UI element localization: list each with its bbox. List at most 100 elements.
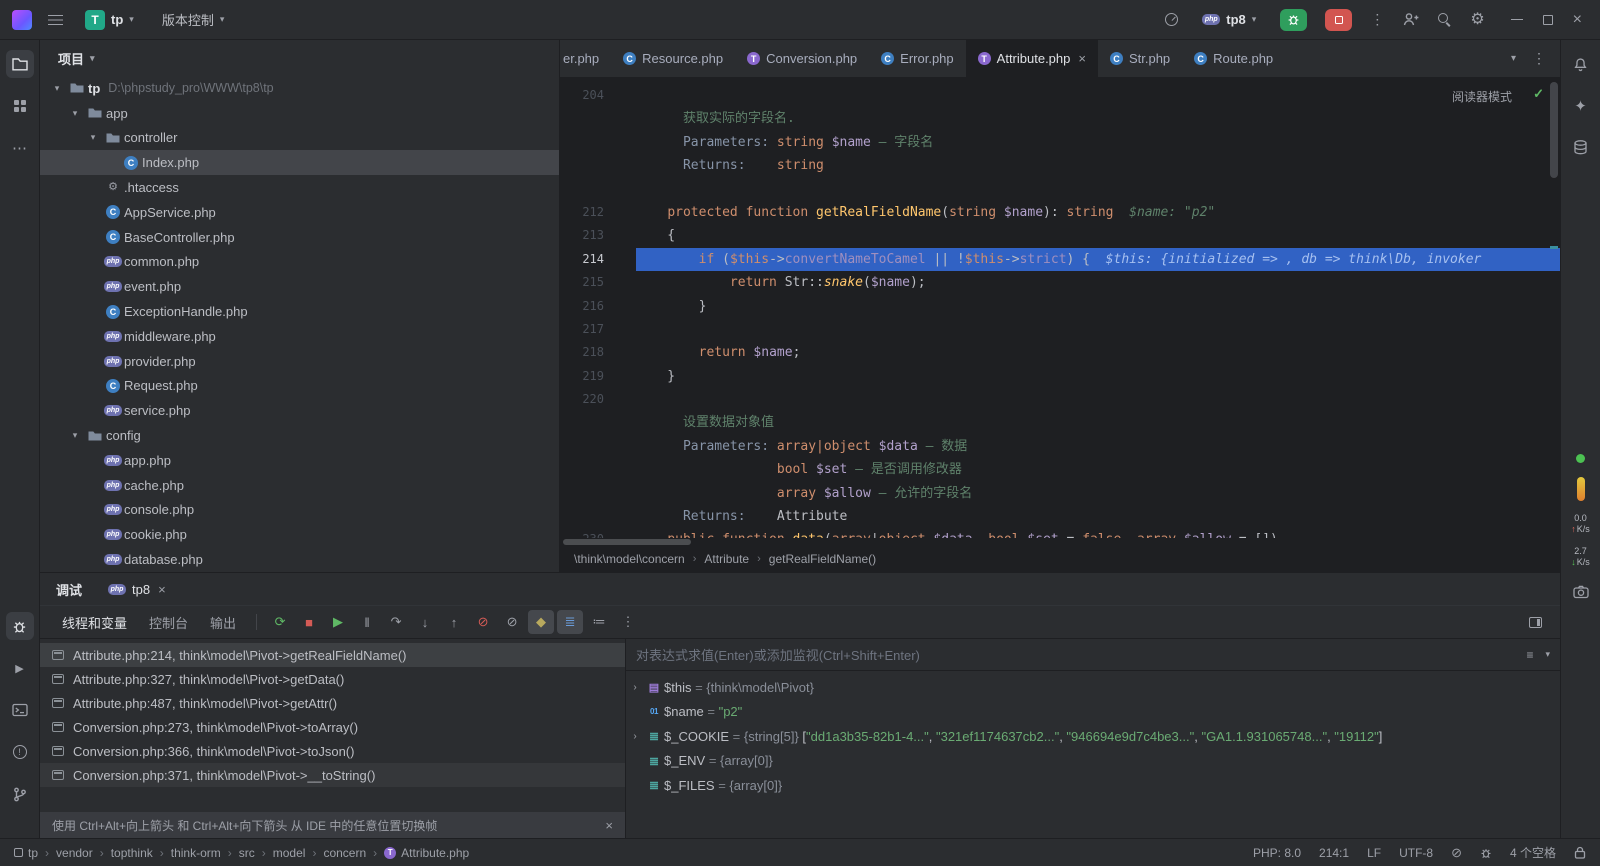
line-separator[interactable]: LF — [1367, 846, 1381, 860]
inspections-icon[interactable] — [1480, 847, 1492, 859]
more-tools-icon[interactable]: ⋯ — [6, 134, 34, 162]
tree-item[interactable]: phpapp.php — [40, 448, 559, 473]
php-version[interactable]: PHP: 8.0 — [1253, 846, 1301, 860]
expand-chevron-icon[interactable]: › — [626, 731, 644, 742]
tab-options-icon[interactable]: ⋮ — [1532, 50, 1546, 67]
main-menu-icon[interactable] — [48, 14, 63, 26]
debug-view-tab[interactable]: 输出 — [200, 613, 246, 632]
frame-row[interactable]: Attribute.php:214, think\model\Pivot->ge… — [40, 643, 625, 667]
add-user-icon[interactable] — [1402, 12, 1419, 27]
tree-item[interactable]: CExceptionHandle.php — [40, 299, 559, 324]
variable-row[interactable]: ›≣$_COOKIE = {string[5]} ["dd1a3b35-82b1… — [626, 724, 1560, 749]
tree-item[interactable]: ▾app — [40, 101, 559, 126]
close-icon[interactable]: × — [605, 818, 613, 833]
breadcrumb-item[interactable]: getRealFieldName() — [769, 552, 876, 566]
hidden-tabs-icon[interactable]: ▾ — [1511, 53, 1516, 64]
git-tool-icon[interactable] — [6, 780, 34, 808]
view-breakpoints-icon[interactable]: ⊘ — [470, 610, 496, 634]
step-over-icon[interactable]: ↷ — [383, 610, 409, 634]
structure-tool-icon[interactable] — [6, 92, 34, 120]
debug-run-button[interactable] — [1280, 9, 1307, 31]
tree-item[interactable]: CBaseController.php — [40, 225, 559, 250]
code-line[interactable]: 218 return $name; — [560, 341, 1560, 364]
encoding[interactable]: UTF-8 — [1399, 846, 1433, 860]
breadcrumb-item[interactable]: Attribute — [704, 552, 749, 566]
code-line[interactable]: Returns: Attribute — [560, 505, 1560, 528]
code-line[interactable]: 216 } — [560, 295, 1560, 318]
editor-tab[interactable]: CResource.php — [611, 40, 735, 77]
evaluate-expression-icon[interactable]: ◆ — [528, 610, 554, 634]
variable-row[interactable]: 01$name = "p2" — [626, 700, 1560, 725]
code-line[interactable]: 220 — [560, 388, 1560, 411]
frame-row[interactable]: Conversion.php:273, think\model\Pivot->t… — [40, 715, 625, 739]
editor-tab[interactable]: er.php — [560, 40, 611, 77]
tree-item[interactable]: phpcookie.php — [40, 522, 559, 547]
frame-row[interactable]: Conversion.php:366, think\model\Pivot->t… — [40, 739, 625, 763]
editor-tab[interactable]: TAttribute.php× — [966, 40, 1098, 77]
notifications-icon[interactable] — [1567, 50, 1595, 78]
annotations-icon[interactable]: ⊘ — [1451, 845, 1462, 861]
tree-item[interactable]: CRequest.php — [40, 374, 559, 399]
project-panel-header[interactable]: 项目 ▾ — [40, 40, 559, 76]
variable-row[interactable]: ›▤$this = {think\model\Pivot} — [626, 675, 1560, 700]
caret-position[interactable]: 214:1 — [1319, 846, 1349, 860]
editor-hscrollbar[interactable] — [560, 538, 1560, 546]
more-actions-icon[interactable]: ⋮ — [1370, 11, 1384, 28]
tree-item[interactable]: phpprovider.php — [40, 349, 559, 374]
tree-item[interactable]: phpservice.php — [40, 398, 559, 423]
project-tool-icon[interactable] — [6, 50, 34, 78]
tree-item[interactable]: phpevent.php — [40, 274, 559, 299]
chevron-down-icon[interactable]: ▾ — [66, 430, 84, 441]
status-breadcrumb[interactable]: src — [239, 846, 255, 860]
step-into-icon[interactable]: ↓ — [412, 610, 438, 634]
chevron-down-icon[interactable]: ▾ — [66, 108, 84, 119]
code-line[interactable]: 213 { — [560, 224, 1560, 247]
status-breadcrumb[interactable]: model — [273, 846, 306, 860]
code-line[interactable]: 214 if ($this->convertNameToCamel || !$t… — [560, 248, 1560, 271]
tree-item[interactable]: CIndex.php — [40, 150, 559, 175]
inspections-ok-icon[interactable]: ✓ — [1533, 86, 1544, 102]
step-out-icon[interactable]: ↑ — [441, 610, 467, 634]
layout-icon[interactable] — [1529, 617, 1542, 628]
scrollbar-thumb[interactable] — [1550, 82, 1558, 178]
frame-row[interactable]: Conversion.php:371, think\model\Pivot->_… — [40, 763, 625, 787]
status-breadcrumb[interactable]: TAttribute.php — [384, 846, 469, 860]
debug-session-tab[interactable]: php tp8 × — [108, 582, 166, 597]
status-breadcrumb[interactable]: concern — [323, 846, 366, 860]
expand-chevron-icon[interactable]: › — [626, 682, 644, 693]
editor-vscrollbar[interactable] — [1548, 78, 1560, 538]
close-icon[interactable]: × — [158, 582, 166, 597]
reader-mode-toggle[interactable]: 阅读器模式 — [1452, 88, 1512, 105]
indent-setting[interactable]: 4 个空格 — [1510, 844, 1556, 861]
search-icon[interactable] — [1437, 12, 1452, 27]
close-window-icon[interactable]: × — [1573, 12, 1582, 28]
vcs-widget[interactable]: 版本控制 ▾ — [156, 6, 231, 34]
lock-icon[interactable] — [1574, 846, 1586, 859]
memory-indicator[interactable] — [1577, 477, 1585, 501]
code-line[interactable]: 215 return Str::snake($name); — [560, 271, 1560, 294]
pause-icon[interactable]: ‖ — [354, 610, 380, 634]
screenshot-icon[interactable] — [1567, 578, 1595, 606]
settings-icon[interactable]: ≔ — [586, 610, 612, 634]
debug-tool-icon[interactable] — [6, 612, 34, 640]
frame-row[interactable]: Attribute.php:327, think\model\Pivot->ge… — [40, 667, 625, 691]
tree-item[interactable]: phpconsole.php — [40, 498, 559, 523]
project-widget[interactable]: T tp ▾ — [79, 6, 140, 34]
status-breadcrumb[interactable]: tp — [14, 846, 38, 860]
code-line[interactable]: 219 } — [560, 365, 1560, 388]
resume-icon[interactable]: ▶ — [325, 610, 351, 634]
variable-row[interactable]: ≣$_ENV = {array[0]} — [626, 749, 1560, 774]
editor-tab[interactable]: CStr.php — [1098, 40, 1182, 77]
tree-item[interactable]: phpdatabase.php — [40, 547, 559, 572]
code-line[interactable]: array $allow – 允许的字段名 — [560, 482, 1560, 505]
stop-button[interactable] — [1325, 9, 1352, 31]
tree-item[interactable]: phpmiddleware.php — [40, 324, 559, 349]
tree-item[interactable]: phpcache.php — [40, 473, 559, 498]
code-line[interactable] — [560, 178, 1560, 201]
tree-item[interactable]: ▾controller — [40, 126, 559, 151]
run-tool-icon[interactable]: ▶ — [6, 654, 34, 682]
ai-assistant-icon[interactable]: ✦ — [1567, 92, 1595, 120]
status-breadcrumb[interactable]: topthink — [111, 846, 153, 860]
maximize-icon[interactable] — [1543, 15, 1553, 25]
status-breadcrumb[interactable]: vendor — [56, 846, 93, 860]
